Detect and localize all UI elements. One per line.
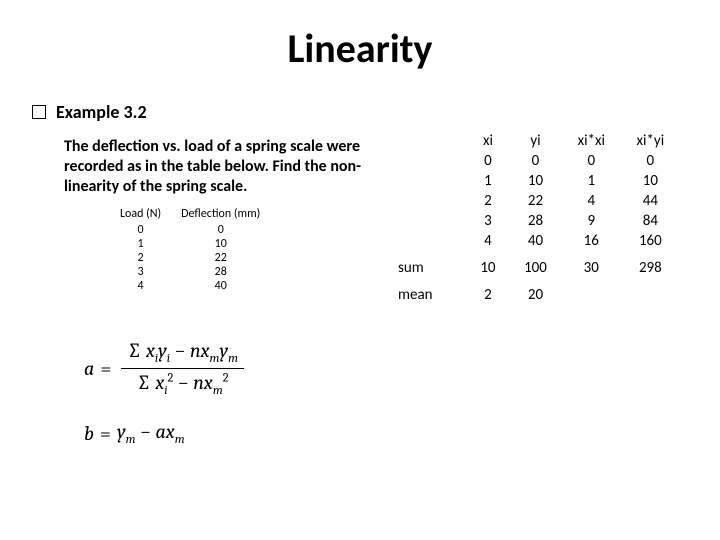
example-heading: Example 3.2	[32, 101, 680, 123]
table-row: 440	[110, 279, 270, 293]
bullet-square-icon	[32, 105, 46, 119]
formula-block: a= ∑ xiyi − nxmym ∑ xi2 − nxm2 b= ym − a…	[84, 339, 680, 447]
left-column: The deflection vs. load of a spring scal…	[40, 131, 380, 293]
sum-row: sum 10 100 30 298	[390, 251, 680, 278]
table-row: 44016160	[390, 231, 680, 251]
col-header-deflection: Deflection (mm)	[171, 207, 270, 223]
slide-title: Linearity	[40, 24, 680, 73]
example-label: Example 3.2	[56, 101, 147, 123]
table-row: 222444	[390, 191, 680, 211]
table-row: 110	[110, 237, 270, 251]
slide: Linearity Example 3.2 The deflection vs.…	[0, 0, 720, 540]
right-column: xi yi xi*xi xi*yi 0000 110110 222444 328…	[380, 131, 680, 305]
calc-table: xi yi xi*xi xi*yi 0000 110110 222444 328…	[390, 131, 680, 305]
content-row: The deflection vs. load of a spring scal…	[40, 131, 680, 305]
table-row: 222	[110, 251, 270, 265]
formula-b: b= ym − axm	[84, 420, 680, 447]
table-row: 00	[110, 223, 270, 237]
table-row: 110110	[390, 171, 680, 191]
calc-header-xi: xi	[467, 131, 509, 151]
table-row: 328984	[390, 211, 680, 231]
input-data-table: Load (N) Deflection (mm) 00 110 222 328 …	[110, 207, 270, 293]
table-row: 328	[110, 265, 270, 279]
problem-statement: The deflection vs. load of a spring scal…	[64, 137, 380, 197]
sum-label: sum	[390, 251, 467, 278]
mean-row: mean 2 20	[390, 278, 680, 305]
mean-label: mean	[390, 278, 467, 305]
formula-a: a= ∑ xiyi − nxmym ∑ xi2 − nxm2	[84, 339, 680, 398]
calc-header-yi: yi	[509, 131, 562, 151]
table-row: 0000	[390, 151, 680, 171]
calc-header-xiyi: xi*yi	[621, 131, 680, 151]
calc-header-xixi: xi*xi	[562, 131, 621, 151]
col-header-load: Load (N)	[110, 207, 171, 223]
